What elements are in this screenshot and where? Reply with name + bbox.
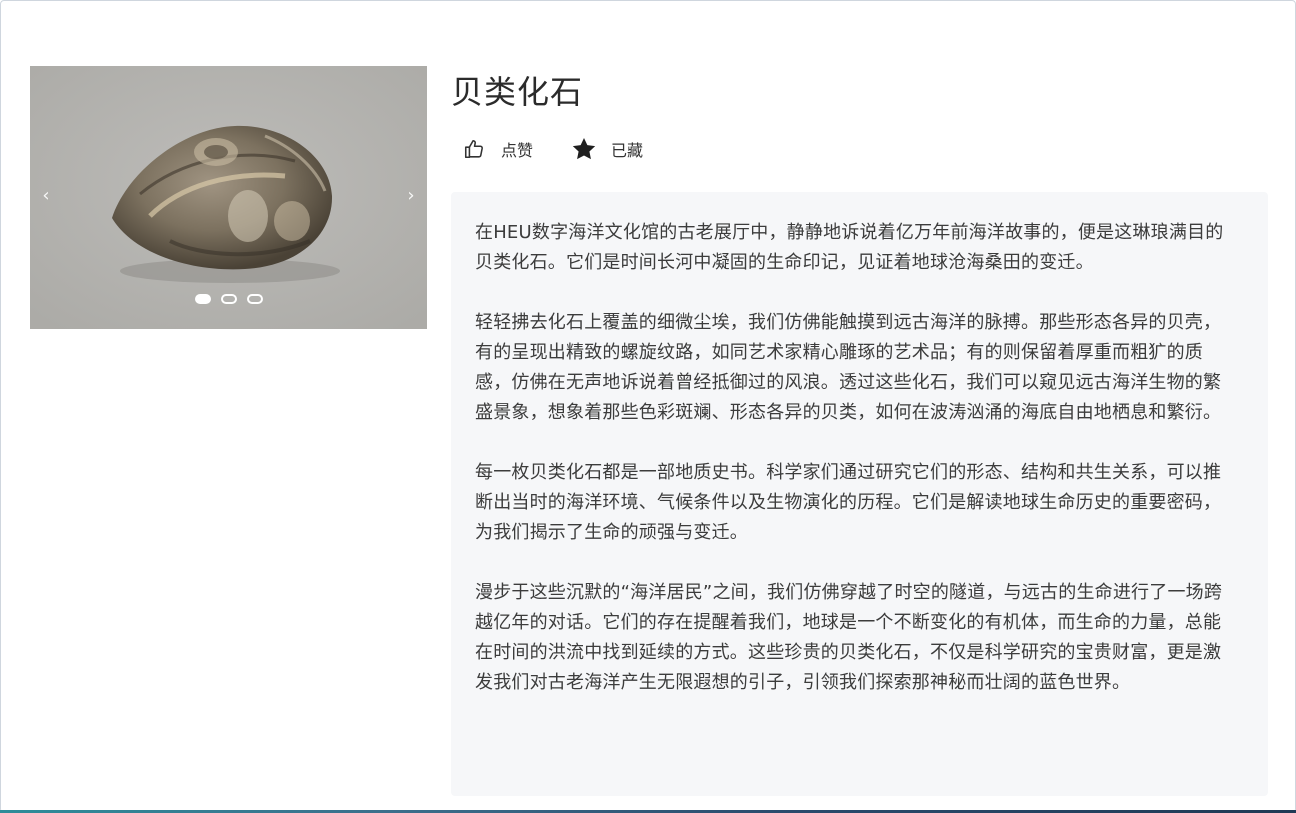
carousel-dot-3[interactable] xyxy=(246,294,263,304)
image-carousel[interactable]: ‹ › xyxy=(30,66,427,329)
favorite-label: 已藏 xyxy=(611,141,644,160)
item-title: 贝类化石 xyxy=(451,73,584,111)
star-icon xyxy=(572,137,596,160)
favorite-button[interactable]: 已藏 xyxy=(571,136,643,162)
action-bar: 点赞 已藏 xyxy=(463,134,643,164)
fossil-photo xyxy=(30,66,427,329)
like-button[interactable]: 点赞 xyxy=(463,137,533,161)
description-paragraph-2: 轻轻拂去化石上覆盖的细微尘埃，我们仿佛能触摸到远古海洋的脉搏。那些形态各异的贝壳… xyxy=(475,312,1222,423)
carousel-dot-2[interactable] xyxy=(220,294,237,304)
carousel-dot-1[interactable] xyxy=(194,294,211,304)
detail-panel: ‹ › 贝类化石 点赞 已藏 在HEU数字海洋文化馆的古老展厅中，静静地诉说着亿… xyxy=(0,0,1296,813)
carousel-prev-button[interactable]: ‹ xyxy=(38,184,54,208)
description-paragraph-1: 在HEU数字海洋文化馆的古老展厅中，静静地诉说着亿万年前海洋故事的，便是这琳琅满… xyxy=(475,222,1224,273)
thumbs-up-icon xyxy=(464,139,483,159)
description-card: 在HEU数字海洋文化馆的古老展厅中，静静地诉说着亿万年前海洋故事的，便是这琳琅满… xyxy=(451,192,1268,796)
carousel-next-button[interactable]: › xyxy=(403,184,419,208)
like-label: 点赞 xyxy=(501,141,534,160)
description-paragraph-3: 每一枚贝类化石都是一部地质史书。科学家们通过研究它们的形态、结构和共生关系，可以… xyxy=(475,462,1222,543)
description-paragraph-4: 漫步于这些沉默的“海洋居民”之间，我们仿佛穿越了时空的隧道，与远古的生命进行了一… xyxy=(475,582,1223,693)
carousel-indicators xyxy=(30,294,427,304)
